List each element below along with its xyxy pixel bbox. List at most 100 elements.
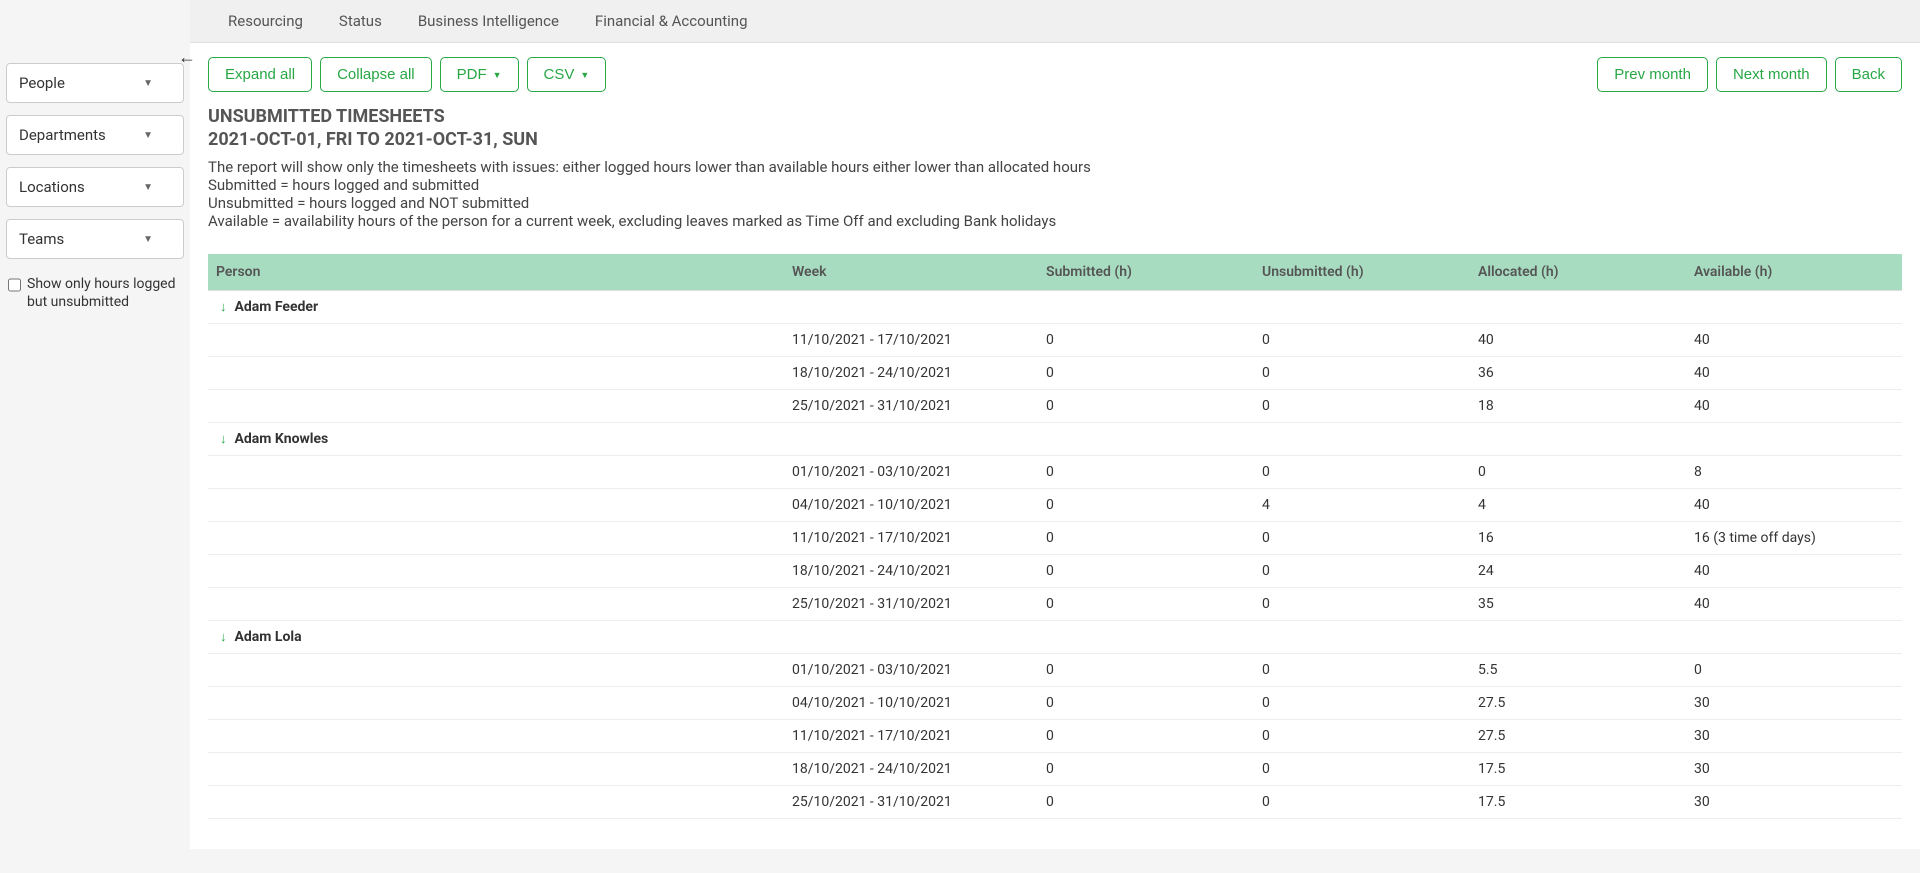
cell-submitted: 0 [1038,489,1254,522]
cell-submitted: 0 [1038,753,1254,786]
cell-unsubmitted: 0 [1254,456,1470,489]
cell-available: 30 [1686,786,1902,819]
nav-resourcing[interactable]: Resourcing [210,0,321,42]
cell-submitted: 0 [1038,324,1254,357]
collapse-arrow-icon[interactable]: ↓ [220,629,227,645]
cell-submitted: 0 [1038,588,1254,621]
prev-month-button[interactable]: Prev month [1597,57,1708,92]
cell-week: 01/10/2021 - 03/10/2021 [784,654,1038,687]
cell-unsubmitted: 0 [1254,357,1470,390]
cell-week: 11/10/2021 - 17/10/2021 [784,522,1038,555]
cell-available: 40 [1686,489,1902,522]
cell-available: 40 [1686,357,1902,390]
table-header-row: Person Week Submitted (h) Unsubmitted (h… [208,254,1902,291]
cell-available: 8 [1686,456,1902,489]
locations-filter[interactable]: Locations ▼ [6,167,184,207]
toolbar: Expand all Collapse all PDF ▼ CSV ▼ Prev… [208,57,1902,92]
cell-available: 0 [1686,654,1902,687]
header-submitted[interactable]: Submitted (h) [1038,254,1254,291]
person-name: Adam Feeder [235,299,319,315]
cell-allocated: 24 [1470,555,1686,588]
page-title: UNSUBMITTED TIMESHEETS [208,106,1902,127]
cell-week: 18/10/2021 - 24/10/2021 [784,357,1038,390]
collapse-all-button[interactable]: Collapse all [320,57,432,92]
cell-week: 01/10/2021 - 03/10/2021 [784,456,1038,489]
header-week[interactable]: Week [784,254,1038,291]
collapse-arrow-icon[interactable]: ↓ [220,431,227,447]
cell-week: 11/10/2021 - 17/10/2021 [784,324,1038,357]
table-row: 11/10/2021 - 17/10/2021004040 [208,324,1902,357]
collapse-arrow-icon[interactable]: ↓ [220,299,227,315]
cell-submitted: 0 [1038,522,1254,555]
cell-submitted: 0 [1038,357,1254,390]
person-name: Adam Knowles [235,431,329,447]
top-navigation: Resourcing Status Business Intelligence … [190,0,1920,43]
teams-filter[interactable]: Teams ▼ [6,219,184,259]
cell-person-empty [208,522,784,555]
cell-available: 30 [1686,753,1902,786]
person-name: Adam Lola [235,629,302,645]
csv-label: CSV [544,66,575,83]
cell-week: 25/10/2021 - 31/10/2021 [784,390,1038,423]
header-allocated[interactable]: Allocated (h) [1470,254,1686,291]
cell-allocated: 5.5 [1470,654,1686,687]
person-group-row[interactable]: ↓ Adam Feeder [208,291,1902,324]
csv-export-button[interactable]: CSV ▼ [527,57,607,92]
chevron-down-icon: ▼ [143,182,153,193]
cell-allocated: 4 [1470,489,1686,522]
header-person[interactable]: Person [208,254,784,291]
cell-person-empty [208,324,784,357]
table-row: 01/10/2021 - 03/10/2021005.50 [208,654,1902,687]
people-filter[interactable]: People ▼ [6,63,184,103]
table-row: 18/10/2021 - 24/10/2021002440 [208,555,1902,588]
cell-allocated: 35 [1470,588,1686,621]
page-subtitle: 2021-OCT-01, FRI TO 2021-OCT-31, SUN [208,129,1902,150]
back-button[interactable]: Back [1835,57,1902,92]
cell-allocated: 18 [1470,390,1686,423]
pdf-export-button[interactable]: PDF ▼ [440,57,519,92]
table-row: 11/10/2021 - 17/10/2021001616 (3 time of… [208,522,1902,555]
collapse-sidebar-icon[interactable]: ← [178,47,196,68]
chevron-down-icon: ▼ [580,70,589,80]
header-available[interactable]: Available (h) [1686,254,1902,291]
person-group-row[interactable]: ↓ Adam Lola [208,621,1902,654]
cell-unsubmitted: 0 [1254,555,1470,588]
cell-allocated: 17.5 [1470,786,1686,819]
cell-allocated: 27.5 [1470,720,1686,753]
table-row: 25/10/2021 - 31/10/20210017.530 [208,786,1902,819]
expand-all-button[interactable]: Expand all [208,57,312,92]
cell-allocated: 0 [1470,456,1686,489]
cell-unsubmitted: 0 [1254,753,1470,786]
header-unsubmitted[interactable]: Unsubmitted (h) [1254,254,1470,291]
cell-week: 11/10/2021 - 17/10/2021 [784,720,1038,753]
table-row: 11/10/2021 - 17/10/20210027.530 [208,720,1902,753]
cell-person-empty [208,786,784,819]
cell-person-empty [208,753,784,786]
show-unsubmitted-only-checkbox[interactable] [8,277,21,293]
cell-person-empty [208,687,784,720]
cell-allocated: 36 [1470,357,1686,390]
cell-unsubmitted: 0 [1254,786,1470,819]
cell-week: 04/10/2021 - 10/10/2021 [784,489,1038,522]
person-group-row[interactable]: ↓ Adam Knowles [208,423,1902,456]
nav-status[interactable]: Status [321,0,400,42]
next-month-button[interactable]: Next month [1716,57,1827,92]
cell-person-empty [208,357,784,390]
cell-submitted: 0 [1038,687,1254,720]
cell-week: 25/10/2021 - 31/10/2021 [784,786,1038,819]
cell-submitted: 0 [1038,555,1254,588]
desc-line: Submitted = hours logged and submitted [208,176,1902,194]
nav-business-intelligence[interactable]: Business Intelligence [400,0,577,42]
table-row: 04/10/2021 - 10/10/20210027.530 [208,687,1902,720]
cell-person-empty [208,555,784,588]
table-row: 25/10/2021 - 31/10/2021003540 [208,588,1902,621]
cell-available: 40 [1686,390,1902,423]
departments-filter[interactable]: Departments ▼ [6,115,184,155]
cell-available: 40 [1686,324,1902,357]
cell-unsubmitted: 0 [1254,324,1470,357]
filter-label: Departments [19,126,106,144]
timesheets-table: Person Week Submitted (h) Unsubmitted (h… [208,254,1902,819]
cell-unsubmitted: 0 [1254,588,1470,621]
nav-financial-accounting[interactable]: Financial & Accounting [577,0,766,42]
cell-person-empty [208,588,784,621]
